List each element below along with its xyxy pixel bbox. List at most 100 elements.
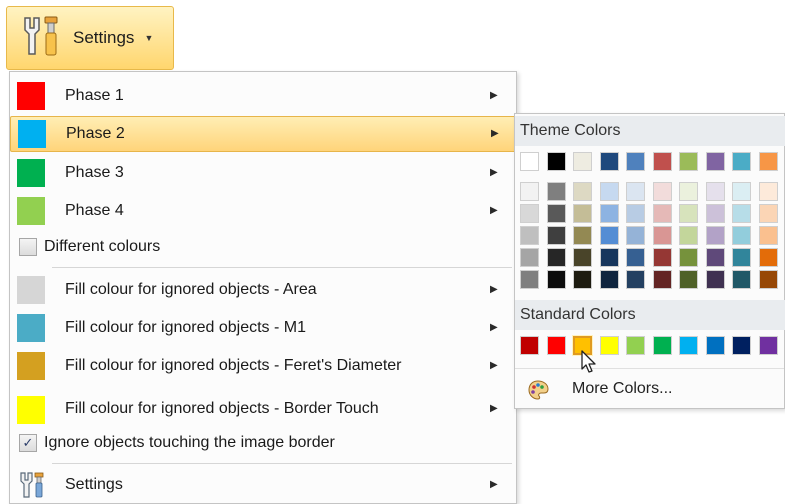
- theme-color-swatch[interactable]: [573, 152, 592, 171]
- submenu-arrow-icon: ▶: [490, 90, 498, 101]
- theme-shade-swatch[interactable]: [520, 270, 539, 289]
- settings-tools-icon: [19, 14, 65, 63]
- theme-shade-swatch[interactable]: [599, 182, 619, 201]
- menu-separator: [52, 463, 512, 464]
- theme-shade-swatch[interactable]: [520, 204, 539, 223]
- theme-shade-swatch[interactable]: [679, 182, 698, 201]
- standard-color-swatch[interactable]: [758, 336, 778, 355]
- standard-color-swatch[interactable]: [679, 336, 698, 355]
- ignore-border-checkbox[interactable]: ✓: [19, 434, 37, 452]
- menu-item-fill-feret-diameter[interactable]: Fill colour for ignored objects - Feret'…: [10, 348, 516, 384]
- submenu-arrow-icon: ▶: [490, 167, 498, 178]
- theme-color-swatch[interactable]: [626, 152, 645, 171]
- theme-shade-swatch[interactable]: [573, 226, 592, 245]
- theme-shade-swatch[interactable]: [599, 248, 619, 267]
- theme-shade-swatch[interactable]: [573, 204, 592, 223]
- theme-shade-swatch[interactable]: [705, 270, 725, 289]
- theme-shade-swatch[interactable]: [732, 270, 751, 289]
- submenu-arrow-icon: ▶: [491, 128, 499, 139]
- theme-color-swatch[interactable]: [546, 152, 566, 171]
- menu-item-different-colours[interactable]: Different colours: [10, 232, 516, 262]
- standard-color-swatch[interactable]: [705, 336, 725, 355]
- theme-shade-swatch[interactable]: [758, 204, 778, 223]
- menu-item-phase-4[interactable]: Phase 4 ▶: [10, 193, 516, 229]
- menu-item-label: Phase 2: [66, 125, 125, 142]
- theme-shade-swatch[interactable]: [732, 204, 751, 223]
- theme-shade-swatch[interactable]: [705, 204, 725, 223]
- more-colors-label: More Colors...: [572, 380, 673, 397]
- theme-shade-swatch[interactable]: [546, 270, 566, 289]
- theme-shade-swatch[interactable]: [652, 204, 672, 223]
- standard-color-swatch[interactable]: [652, 336, 672, 355]
- theme-shade-swatch[interactable]: [573, 270, 592, 289]
- settings-ribbon-button[interactable]: Settings ▼: [6, 6, 174, 70]
- menu-item-fill-area[interactable]: Fill colour for ignored objects - Area ▶: [10, 272, 516, 308]
- menu-item-phase-3[interactable]: Phase 3 ▶: [10, 155, 516, 191]
- phase-1-color-swatch: [17, 82, 45, 110]
- fill-border-touch-color-swatch: [17, 396, 45, 424]
- standard-color-swatch[interactable]: [599, 336, 619, 355]
- theme-shade-swatch[interactable]: [626, 226, 645, 245]
- theme-color-swatch[interactable]: [732, 152, 751, 171]
- theme-color-swatch[interactable]: [679, 152, 698, 171]
- theme-shade-swatch[interactable]: [758, 248, 778, 267]
- theme-shade-swatch[interactable]: [732, 248, 751, 267]
- theme-shade-swatch[interactable]: [626, 270, 645, 289]
- theme-color-swatch[interactable]: [705, 152, 725, 171]
- theme-color-swatch[interactable]: [758, 152, 778, 171]
- standard-color-swatch[interactable]: [626, 336, 645, 355]
- different-colours-label: Different colours: [44, 238, 161, 255]
- theme-shade-swatch[interactable]: [705, 248, 725, 267]
- theme-shade-swatch[interactable]: [652, 270, 672, 289]
- menu-item-fill-m1[interactable]: Fill colour for ignored objects - M1 ▶: [10, 310, 516, 346]
- theme-shade-swatch[interactable]: [652, 226, 672, 245]
- fill-m1-color-swatch: [17, 314, 45, 342]
- more-colors-button[interactable]: More Colors...: [515, 368, 784, 409]
- menu-item-phase-1[interactable]: Phase 1 ▶: [10, 78, 516, 114]
- theme-shade-swatch[interactable]: [573, 248, 592, 267]
- menu-item-ignore-border-objects[interactable]: ✓ Ignore objects touching the image bord…: [10, 430, 516, 460]
- theme-shade-swatch[interactable]: [679, 204, 698, 223]
- theme-shade-swatch[interactable]: [626, 248, 645, 267]
- menu-item-phase-2[interactable]: Phase 2 ▶: [10, 116, 516, 152]
- theme-shade-swatch[interactable]: [520, 226, 539, 245]
- theme-shade-swatch[interactable]: [652, 248, 672, 267]
- theme-color-swatch[interactable]: [652, 152, 672, 171]
- theme-shade-swatch[interactable]: [758, 270, 778, 289]
- standard-color-swatch[interactable]: [546, 336, 566, 355]
- theme-shade-swatch[interactable]: [599, 204, 619, 223]
- menu-item-settings[interactable]: Settings ▶: [10, 468, 516, 502]
- theme-shade-swatch[interactable]: [732, 226, 751, 245]
- theme-shade-swatch[interactable]: [520, 248, 539, 267]
- theme-shade-swatch[interactable]: [679, 248, 698, 267]
- phase-3-color-swatch: [17, 159, 45, 187]
- theme-shade-swatch[interactable]: [679, 226, 698, 245]
- theme-shade-swatch[interactable]: [546, 248, 566, 267]
- theme-shade-swatch[interactable]: [599, 270, 619, 289]
- different-colours-checkbox[interactable]: [19, 238, 37, 256]
- theme-shade-swatch[interactable]: [546, 204, 566, 223]
- theme-shade-swatch[interactable]: [626, 204, 645, 223]
- menu-item-label: Fill colour for ignored objects - Area: [65, 281, 317, 298]
- mouse-cursor-icon: [581, 350, 596, 373]
- theme-shade-swatch[interactable]: [732, 182, 751, 201]
- theme-shade-swatch[interactable]: [705, 182, 725, 201]
- theme-shade-swatch[interactable]: [705, 226, 725, 245]
- theme-shade-swatch[interactable]: [652, 182, 672, 201]
- theme-shade-swatch[interactable]: [758, 182, 778, 201]
- theme-shade-swatch[interactable]: [546, 226, 566, 245]
- standard-color-swatch[interactable]: [520, 336, 539, 355]
- menu-item-fill-border-touch[interactable]: Fill colour for ignored objects - Border…: [10, 392, 516, 428]
- theme-shade-swatch[interactable]: [679, 270, 698, 289]
- settings-tools-icon: [18, 471, 48, 504]
- theme-shade-swatch[interactable]: [546, 182, 566, 201]
- settings-dropdown-menu: Phase 1 ▶ Phase 2 ▶ Phase 3 ▶ Phase 4 ▶ …: [9, 71, 517, 504]
- theme-shade-swatch[interactable]: [758, 226, 778, 245]
- theme-shade-swatch[interactable]: [599, 226, 619, 245]
- theme-shade-swatch[interactable]: [520, 182, 539, 201]
- theme-color-swatch[interactable]: [599, 152, 619, 171]
- theme-shade-swatch[interactable]: [573, 182, 592, 201]
- theme-color-swatch[interactable]: [520, 152, 539, 171]
- theme-shade-swatch[interactable]: [626, 182, 645, 201]
- standard-color-swatch[interactable]: [732, 336, 751, 355]
